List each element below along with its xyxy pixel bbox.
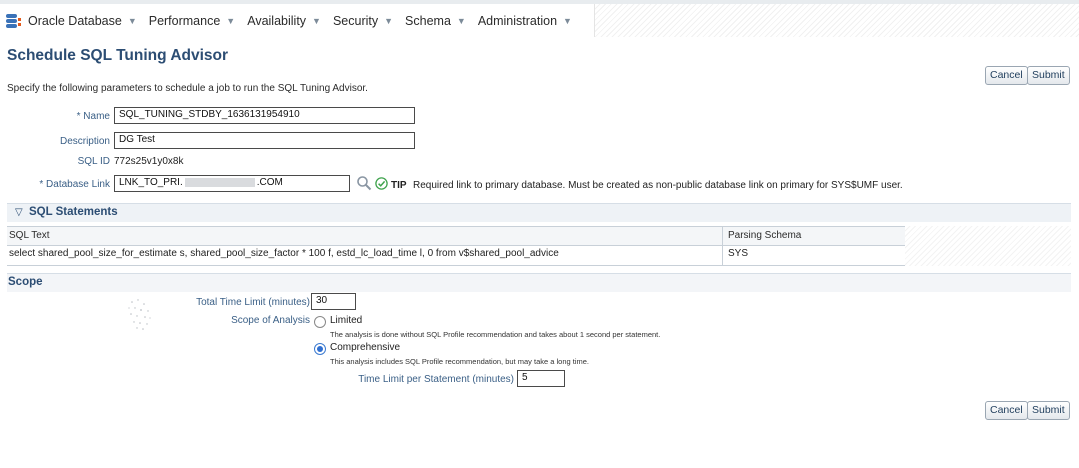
- per-statement-input[interactable]: 5: [517, 370, 565, 387]
- cancel-button-bottom[interactable]: Cancel: [985, 401, 1028, 420]
- menubar-filler: [595, 4, 1079, 37]
- top-menubar: Oracle Database ▼ Performance ▼ Availabi…: [0, 4, 595, 37]
- caret-down-icon: ▼: [127, 15, 137, 26]
- col-sql-text: SQL Text: [9, 230, 50, 241]
- sql-statements-section-header[interactable]: ▽ SQL Statements: [7, 203, 1071, 222]
- database-icon: [6, 13, 23, 28]
- caret-down-icon: ▼: [384, 15, 394, 26]
- column-separator: [722, 245, 723, 265]
- checkmark-icon: [375, 177, 388, 190]
- menu-availability[interactable]: Availability ▼: [247, 14, 321, 28]
- sql-statements-title: SQL Statements: [29, 206, 118, 218]
- menu-label: Availability: [247, 13, 307, 28]
- submit-button-bottom[interactable]: Submit: [1027, 401, 1070, 420]
- caret-down-icon: ▼: [312, 15, 321, 26]
- caret-down-icon: ▼: [226, 15, 236, 26]
- tip-text: Required link to primary database. Must …: [413, 180, 903, 191]
- schema-cell: SYS: [728, 248, 749, 259]
- description-label: Description: [59, 136, 110, 147]
- name-label: * Name: [76, 111, 110, 122]
- scope-of-analysis-label: Scope of Analysis: [231, 315, 310, 326]
- table-filler: [905, 226, 1071, 266]
- magnifier-icon[interactable]: [356, 175, 372, 191]
- dblink-prefix: LNK_TO_PRI.: [119, 177, 183, 188]
- menu-label: Oracle Database: [28, 13, 122, 28]
- submit-button-top[interactable]: Submit: [1027, 66, 1070, 85]
- caret-down-icon: ▼: [563, 15, 572, 26]
- per-statement-label: Time Limit per Statement (minutes): [358, 374, 514, 385]
- menu-performance[interactable]: Performance ▼: [149, 14, 235, 28]
- sql-table-header: SQL Text Parsing Schema: [7, 226, 905, 246]
- name-input[interactable]: SQL_TUNING_STDBY_1636131954910: [114, 107, 415, 124]
- column-separator: [722, 227, 723, 245]
- comprehensive-label[interactable]: Comprehensive: [330, 342, 400, 353]
- cancel-button-top[interactable]: Cancel: [985, 66, 1028, 85]
- caret-down-icon: ▼: [456, 15, 466, 26]
- comprehensive-radio[interactable]: [314, 343, 326, 355]
- page-title: Schedule SQL Tuning Advisor: [7, 47, 229, 64]
- limited-description: The analysis is done without SQL Profile…: [330, 330, 661, 339]
- tip-label: TIP: [391, 180, 407, 191]
- sqlid-label: SQL ID: [77, 156, 110, 167]
- sql-text-cell: select shared_pool_size_for_estimate s, …: [9, 248, 559, 259]
- menu-security[interactable]: Security ▼: [333, 14, 393, 28]
- total-time-label: Total Time Limit (minutes): [196, 297, 310, 308]
- limited-radio[interactable]: [314, 316, 326, 328]
- menu-label: Performance: [148, 13, 221, 28]
- menu-label: Administration: [477, 13, 558, 28]
- triangle-down-icon: ▽: [15, 207, 23, 218]
- description-input[interactable]: DG Test: [114, 132, 415, 149]
- menu-label: Security: [332, 13, 379, 28]
- menu-administration[interactable]: Administration ▼: [478, 14, 572, 28]
- dblink-suffix: .COM: [256, 177, 283, 188]
- limited-label[interactable]: Limited: [330, 315, 362, 326]
- dblink-label: * Database Link: [39, 179, 110, 190]
- table-row[interactable]: select shared_pool_size_for_estimate s, …: [7, 245, 905, 266]
- scope-title: Scope: [8, 276, 43, 288]
- menu-oracle-database[interactable]: Oracle Database ▼: [28, 14, 137, 28]
- total-time-input[interactable]: 30: [311, 293, 356, 310]
- dblink-input[interactable]: LNK_TO_PRI. .COM: [114, 175, 350, 192]
- redacted-block: [184, 177, 255, 187]
- menu-schema[interactable]: Schema ▼: [405, 14, 466, 28]
- comprehensive-description: This analysis includes SQL Profile recom…: [330, 357, 590, 366]
- instruction-text: Specify the following parameters to sche…: [7, 83, 368, 94]
- col-parsing-schema: Parsing Schema: [728, 230, 802, 241]
- menu-label: Schema: [405, 13, 451, 28]
- sqlid-value: 772s25v1y0x8k: [114, 156, 184, 167]
- scope-section-header: Scope: [7, 273, 1071, 292]
